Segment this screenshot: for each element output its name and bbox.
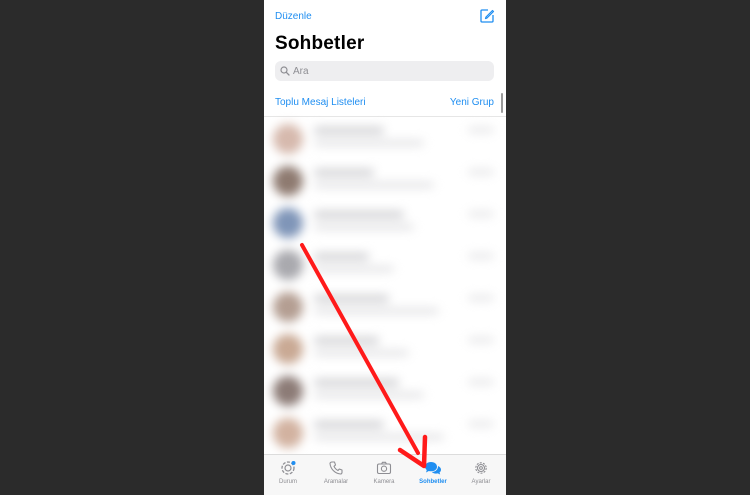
- avatar: [273, 376, 303, 406]
- tab-status[interactable]: Durum: [264, 458, 312, 494]
- tab-bar: Durum Aramalar Kamera Sohbetler Ayarlar: [264, 454, 506, 495]
- page-title: Sohbetler: [275, 33, 365, 54]
- scroll-indicator[interactable]: [501, 93, 503, 113]
- chat-row[interactable]: [264, 411, 506, 453]
- chat-row[interactable]: [264, 159, 506, 201]
- top-bar: Düzenle: [264, 0, 506, 30]
- chat-list[interactable]: [264, 117, 506, 454]
- phone-icon: [329, 461, 343, 475]
- camera-icon: [376, 461, 392, 475]
- new-group-link[interactable]: Yeni Grup: [450, 97, 494, 108]
- status-icon: [281, 461, 296, 475]
- avatar: [273, 334, 303, 364]
- avatar: [273, 418, 303, 448]
- chat-bubbles-icon: [425, 462, 441, 475]
- avatar: [273, 124, 303, 154]
- chat-row[interactable]: [264, 285, 506, 327]
- list-actions-row: Toplu Mesaj Listeleri Yeni Grup: [264, 97, 506, 111]
- gear-icon: [475, 462, 487, 474]
- chat-row[interactable]: [264, 201, 506, 243]
- tab-label: Sohbetler: [419, 479, 447, 485]
- chat-row[interactable]: [264, 243, 506, 285]
- tab-label: Ayarlar: [471, 479, 491, 485]
- search-input[interactable]: [293, 63, 483, 79]
- broadcast-lists-link[interactable]: Toplu Mesaj Listeleri: [275, 97, 366, 108]
- avatar: [273, 208, 303, 238]
- tab-label: Durum: [278, 479, 297, 485]
- tab-calls[interactable]: Aramalar: [312, 458, 360, 494]
- chat-row[interactable]: [264, 369, 506, 411]
- avatar: [273, 166, 303, 196]
- tab-chats[interactable]: Sohbetler: [409, 458, 457, 494]
- screenshot-stage: Düzenle Sohbetler Toplu Mesaj Listeleri …: [0, 0, 750, 495]
- chat-row[interactable]: [264, 117, 506, 159]
- edit-button[interactable]: Düzenle: [275, 11, 312, 22]
- compose-button[interactable]: [479, 8, 495, 24]
- tab-label: Aramalar: [323, 479, 349, 485]
- search-bar[interactable]: [275, 61, 494, 81]
- phone-screen: Düzenle Sohbetler Toplu Mesaj Listeleri …: [264, 0, 506, 495]
- avatar: [273, 292, 303, 322]
- chat-row[interactable]: [264, 327, 506, 369]
- tab-settings[interactable]: Ayarlar: [457, 458, 505, 494]
- avatar: [273, 250, 303, 280]
- compose-icon: [480, 9, 495, 23]
- tab-label: Kamera: [373, 479, 395, 485]
- tab-camera[interactable]: Kamera: [360, 458, 408, 494]
- search-icon: [280, 66, 290, 76]
